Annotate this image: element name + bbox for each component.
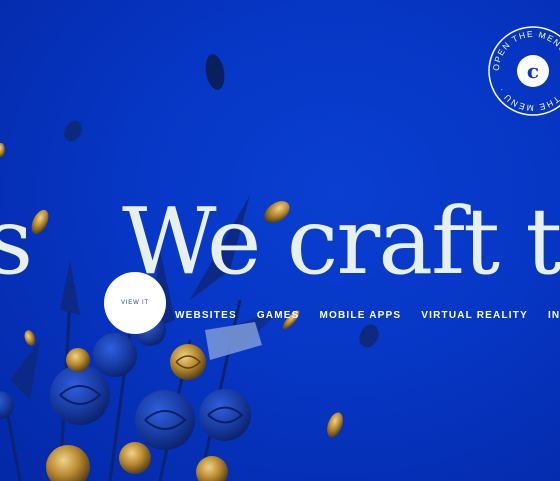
category-nav: WEBSITES GAMES MOBILE APPS VIRTUAL REALI…	[175, 310, 560, 321]
category-games[interactable]: GAMES	[257, 310, 300, 321]
hero-headline: We craft tou	[122, 188, 560, 295]
hero-stage: s We craft tou VIEW IT WEBSITES GAMES MO…	[0, 0, 560, 481]
category-virtual-reality[interactable]: VIRTUAL REALITY	[421, 310, 528, 321]
view-it-label: VIEW IT	[121, 300, 149, 306]
hero-headline-fragment: s	[0, 188, 33, 295]
menu-logo-icon: c	[527, 59, 539, 83]
open-menu-button[interactable]: OPEN THE MENU · OPEN THE MENU · c	[487, 25, 560, 117]
category-mobile-apps[interactable]: MOBILE APPS	[320, 310, 402, 321]
category-interactive[interactable]: INTERACT	[548, 310, 560, 321]
view-it-button[interactable]: VIEW IT	[104, 272, 166, 334]
paper-sheet	[205, 322, 262, 360]
category-websites[interactable]: WEBSITES	[175, 310, 237, 321]
